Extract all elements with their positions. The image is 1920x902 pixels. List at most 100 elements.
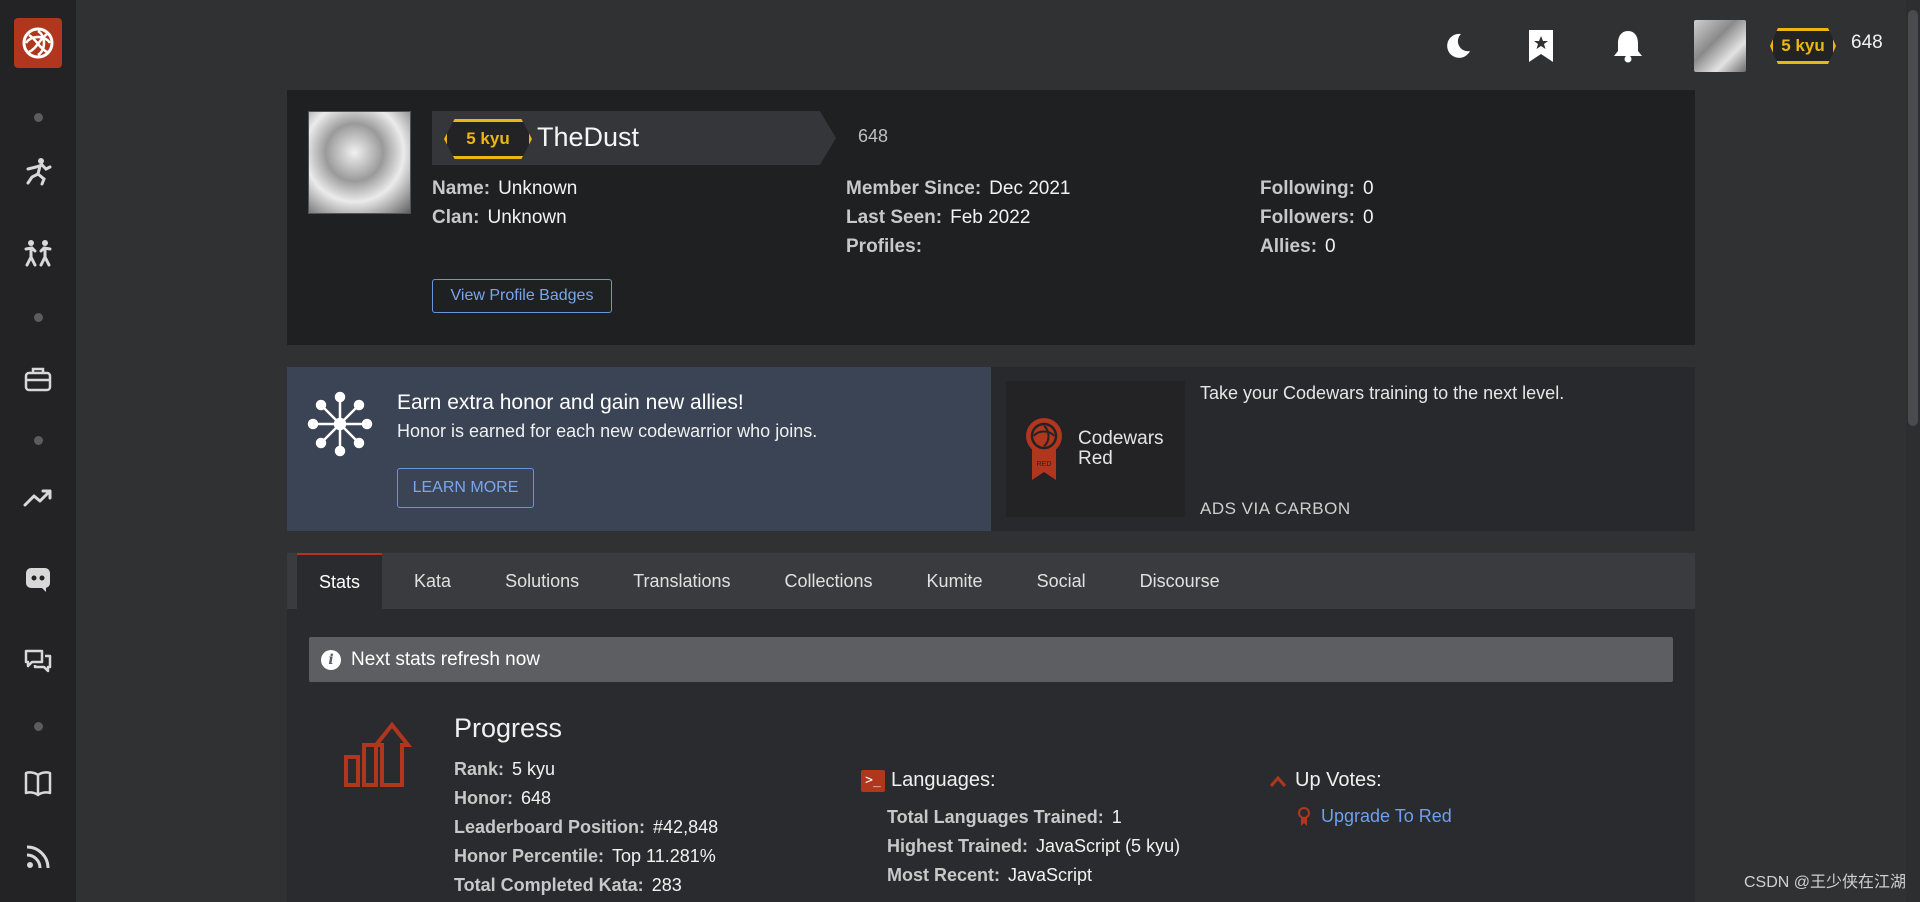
tab-discourse[interactable]: Discourse [1118,553,1242,609]
upgrade-to-red-link[interactable]: Upgrade To Red [1321,806,1452,827]
profile-info-col-2: Member Since: Dec 2021 Last Seen: Feb 2022… [846,174,1071,261]
progress-stats: Rank: 5 kyu Honor: 648 Leaderboard Positio… [454,755,718,900]
tab-stats[interactable]: Stats [297,553,383,609]
carbon-ad: RED Codewars Red Take your Codewars trai… [991,367,1695,531]
martial-arts-icon [26,158,52,186]
progress-chart-icon [344,721,413,787]
upvotes-heading: Up Votes: [1269,769,1382,792]
followers-label: Followers: [1260,207,1356,228]
ad-image[interactable]: RED Codewars Red [1006,381,1185,517]
profile-name-band: 5 kyu TheDust [432,111,836,165]
tab-collections[interactable]: Collections [763,553,895,609]
profiles-label: Profiles: [846,236,923,257]
book-open-icon [24,771,52,797]
watermark: CSDN @王少侠在江湖 [1743,874,1906,891]
tab-translations[interactable]: Translations [611,553,752,609]
referral-title: Earn extra honor and gain new allies! [397,391,744,414]
completed-value: 283 [651,875,682,895]
ad-image-text-line2: Red [1078,448,1113,469]
sidebar-item-forum[interactable] [21,644,55,678]
clan-value: Unknown [487,207,567,228]
medal-label: RED [1037,461,1052,468]
highest-trained-label: Highest Trained: [887,836,1029,856]
allies-label: Allies: [1260,236,1318,257]
leaderboard-value: #42,848 [653,817,719,837]
profile-card: 5 kyu TheDust 648 Name: Unknown Clan: Unkn… [287,90,1695,345]
bell-icon [1614,31,1642,63]
following-value[interactable]: 0 [1363,178,1374,199]
most-recent-label: Most Recent: [887,865,1001,885]
languages-title: Languages: [891,769,996,791]
profile-rank-badge: 5 kyu [444,119,532,159]
discord-icon [26,568,50,592]
codewars-logo[interactable] [14,18,62,68]
member-since-label: Member Since: [846,178,982,199]
view-profile-badges-button[interactable]: View Profile Badges [432,279,612,313]
page-scrollbar[interactable] [1906,0,1920,902]
dark-mode-toggle[interactable] [1440,28,1476,64]
sidebar-dot [33,722,43,731]
leaderboard-label: Leaderboard Position: [454,817,646,837]
rss-icon [26,845,50,869]
sidebar-dot [33,436,43,445]
stats-content: i Next stats refresh now Progress Rank: 5… [287,609,1695,902]
profile-honor: 648 [858,126,889,146]
ad-via-carbon[interactable]: ADS VIA CARBON [1200,499,1351,519]
sidebar-item-training[interactable] [21,154,55,188]
rank-value: 5 kyu [512,759,556,779]
network-burst-icon [307,391,373,457]
languages-heading: >_ Languages: [861,769,996,792]
profile-info-col-1: Name: Unknown Clan: Unknown [432,174,577,232]
sidebar-item-discord[interactable] [21,562,55,596]
percentile-value: Top 11.281% [612,846,716,866]
sidebar [0,0,76,902]
sidebar-item-leaderboard[interactable] [21,480,55,514]
sidebar-item-blog[interactable] [21,840,55,874]
profile-tabs: Stats Kata Solutions Translations Collec… [287,553,1695,609]
upvotes-title: Up Votes: [1295,769,1382,791]
sidebar-item-jobs[interactable] [21,362,55,396]
stats-refresh-notice: i Next stats refresh now [309,637,1673,682]
honor-label: Honor: [454,788,513,808]
sidebar-item-practice[interactable] [21,236,55,270]
allies-value[interactable]: 0 [1325,236,1336,257]
rank-badge[interactable]: 5 kyu [1770,28,1836,64]
percentile-label: Honor Percentile: [454,846,605,866]
referral-banner: Earn extra honor and gain new allies! Ho… [287,367,991,531]
sparring-icon [24,240,52,267]
tab-solutions[interactable]: Solutions [483,553,601,609]
highest-trained-value: JavaScript (5 kyu) [1036,836,1181,856]
medal-small-icon [1298,806,1310,826]
followers-value[interactable]: 0 [1363,207,1374,228]
honor-count: 648 [1851,32,1883,53]
notifications-button[interactable] [1610,28,1646,64]
chevron-up-icon [1269,775,1287,787]
upgrade-row: Upgrade To Red [1297,806,1452,827]
tab-social[interactable]: Social [1015,553,1108,609]
sidebar-item-docs[interactable] [21,766,55,800]
learn-more-button[interactable]: LEARN MORE [397,468,534,508]
language-stats: Total Languages Trained: 1 Highest Traine… [887,803,1180,890]
member-since-value: Dec 2021 [989,178,1071,199]
bookmarks-button[interactable] [1523,28,1559,64]
progress-title: Progress [454,713,563,743]
scrollbar-thumb[interactable] [1908,10,1918,426]
ad-text[interactable]: Take your Codewars training to the next … [1200,383,1564,404]
tab-kumite[interactable]: Kumite [905,553,1005,609]
codewars-logo-icon [22,27,54,59]
notice-text: Next stats refresh now [351,648,541,670]
following-label: Following: [1260,178,1355,199]
total-languages-label: Total Languages Trained: [887,807,1104,827]
profile-info-col-3: Following: 0 Followers: 0 Allies: 0 [1260,174,1374,261]
last-seen-label: Last Seen: [846,207,943,228]
info-icon: i [321,649,341,670]
sidebar-dot [33,113,43,122]
tab-kata[interactable]: Kata [392,553,473,609]
last-seen-value: Feb 2022 [950,207,1031,228]
bookmark-star-icon [1529,30,1553,62]
most-recent-value: JavaScript [1008,865,1093,885]
user-avatar[interactable] [1694,20,1746,72]
referral-subtitle: Honor is earned for each new codewarrior… [397,421,818,441]
name-value: Unknown [498,178,578,199]
name-label: Name: [432,178,491,199]
